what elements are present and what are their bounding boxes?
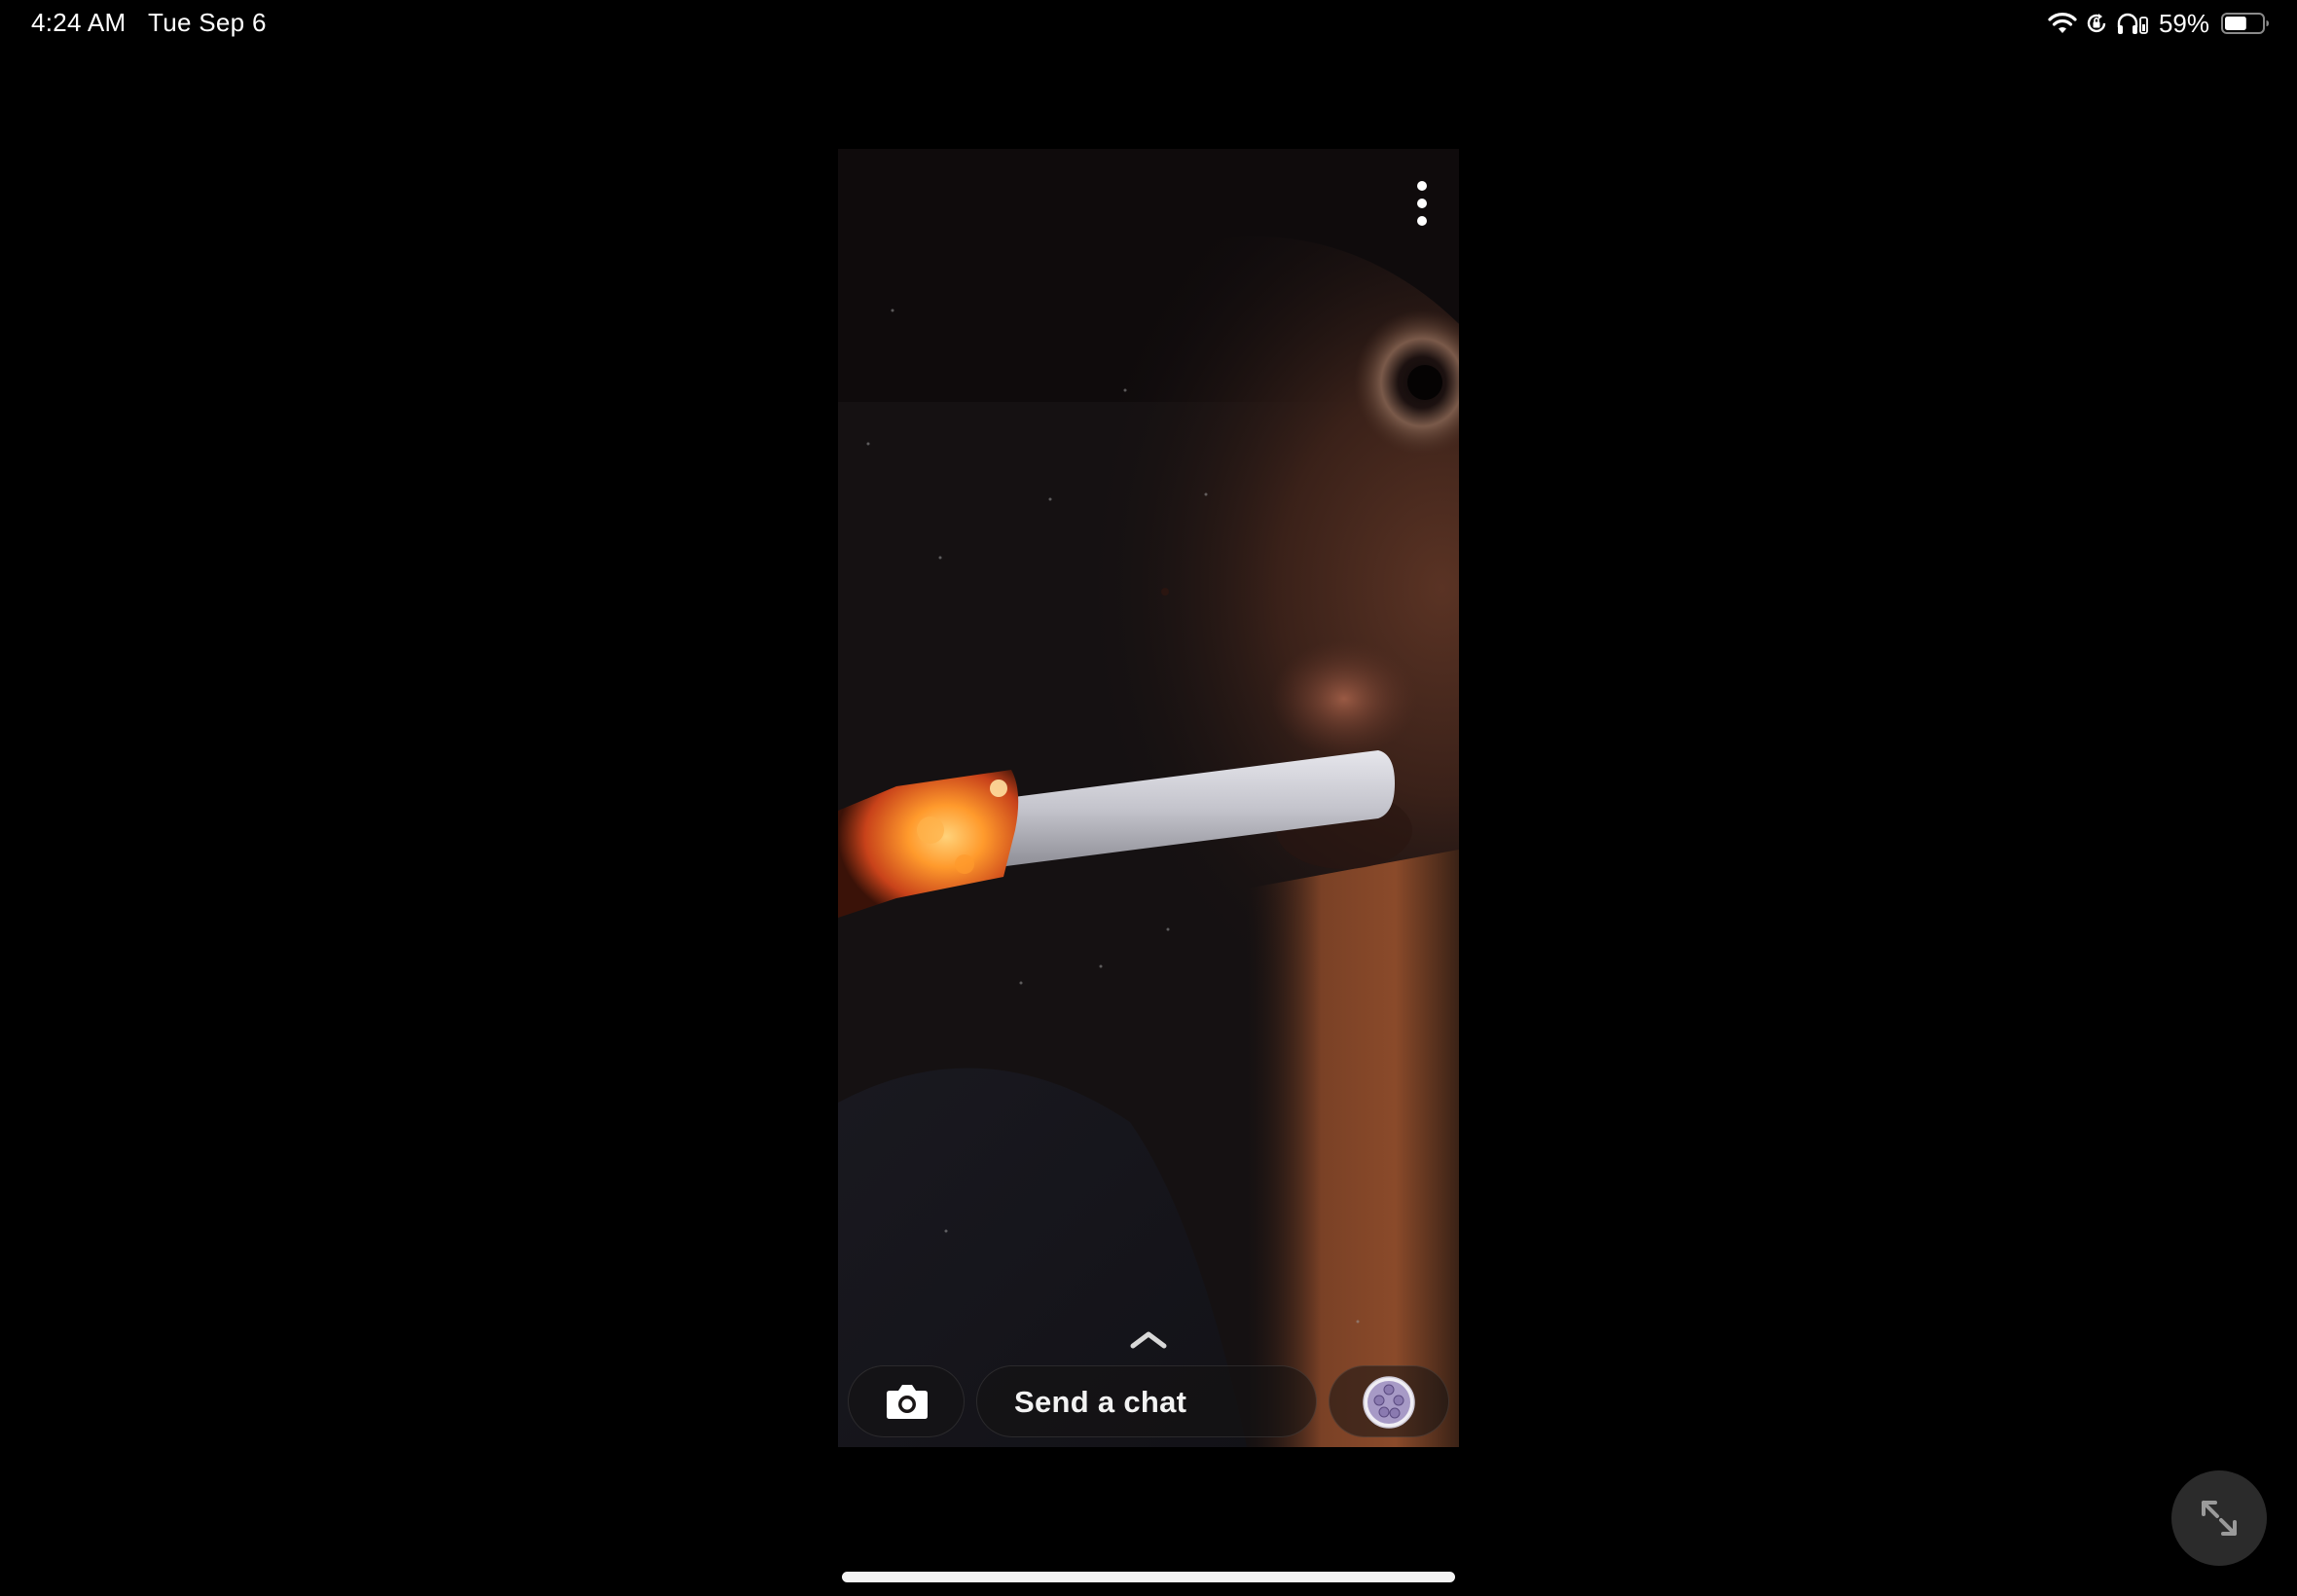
story-bottom-bar: Send a chat: [848, 1365, 1449, 1437]
status-date: Tue Sep 6: [148, 8, 267, 37]
expand-button[interactable]: [2171, 1470, 2267, 1566]
home-indicator[interactable]: [842, 1572, 1455, 1582]
camera-button[interactable]: [848, 1365, 965, 1437]
avatar-button[interactable]: [1329, 1365, 1449, 1437]
story-photo: [838, 149, 1459, 1447]
wifi-icon: [2048, 12, 2077, 35]
story-viewer[interactable]: Send a chat: [838, 149, 1459, 1447]
bitmoji-avatar-icon: [1363, 1376, 1415, 1429]
chevron-up-icon: [1130, 1331, 1167, 1349]
send-chat-placeholder: Send a chat: [1014, 1385, 1187, 1419]
status-indicators: 59%: [2048, 8, 2270, 39]
expand-diagonal-icon: [2202, 1501, 2237, 1536]
more-vertical-icon: [1417, 181, 1427, 226]
screen: 4:24 AM Tue Sep 6 59% Send a chat: [0, 0, 2297, 1596]
headphones-icon: [2116, 12, 2149, 35]
battery-icon: [2221, 12, 2270, 35]
battery-percentage: 59%: [2158, 8, 2209, 38]
camera-icon: [887, 1385, 928, 1419]
more-options-button[interactable]: [1404, 178, 1440, 229]
send-chat-input[interactable]: Send a chat: [976, 1365, 1317, 1437]
status-time: 4:24 AM: [31, 8, 127, 37]
swipe-up-button[interactable]: [1129, 1326, 1168, 1352]
status-bar: 4:24 AM Tue Sep 6 59%: [0, 0, 2297, 47]
orientation-lock-icon: [2085, 12, 2108, 35]
